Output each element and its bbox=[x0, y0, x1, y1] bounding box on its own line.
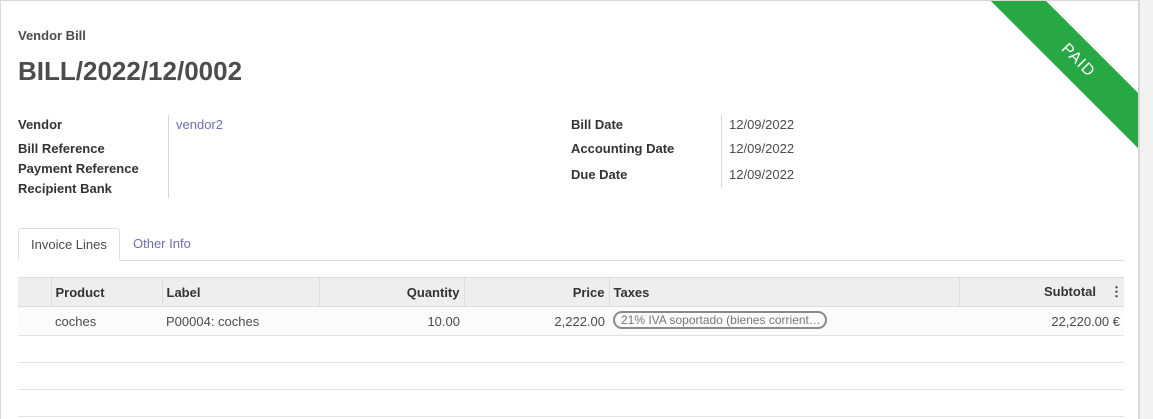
vendor-row: Vendor vendor2 bbox=[18, 115, 548, 139]
due-date-row: Due Date 12/09/2022 bbox=[571, 163, 1101, 189]
notebook-tabs: Invoice Lines Other Info bbox=[18, 228, 1124, 261]
bill-reference-field[interactable] bbox=[168, 139, 178, 159]
document-type: Vendor Bill bbox=[18, 28, 86, 43]
table-row-empty bbox=[18, 389, 1124, 417]
tab-other-info[interactable]: Other Info bbox=[121, 228, 203, 261]
empty-cell bbox=[18, 335, 1124, 363]
product-column-header[interactable]: Product bbox=[50, 277, 162, 307]
payment-reference-label: Payment Reference bbox=[18, 161, 139, 176]
table-row[interactable]: coches P00004: coches 10.00 2,222.00 21%… bbox=[18, 306, 1124, 336]
invoice-lines-table: Product Label Quantity Price Taxes Subto… bbox=[18, 277, 1124, 417]
recipient-bank-row: Recipient Bank bbox=[18, 179, 548, 199]
recipient-bank-label: Recipient Bank bbox=[18, 181, 112, 196]
price-column-header[interactable]: Price bbox=[463, 277, 609, 307]
taxes-column-header[interactable]: Taxes bbox=[608, 277, 959, 307]
page-title: BILL/2022/12/0002 bbox=[18, 56, 243, 86]
bill-date-row: Bill Date 12/09/2022 bbox=[571, 115, 1101, 139]
left-field-group: Vendor vendor2 Bill Reference Payment Re… bbox=[18, 115, 548, 199]
right-field-group: Bill Date 12/09/2022 Accounting Date 12/… bbox=[571, 115, 1101, 189]
accounting-date-field[interactable]: 12/09/2022 bbox=[721, 139, 794, 163]
label-cell[interactable]: P00004: coches bbox=[162, 306, 319, 336]
row-handle bbox=[18, 306, 51, 336]
form-sheet: PAID Vendor Bill BILL/2022/12/0002 Vendo… bbox=[0, 0, 1139, 419]
empty-cell bbox=[18, 362, 1124, 390]
tax-badge: 21% IVA soportado (bienes corrient… bbox=[613, 310, 827, 329]
bill-date-field[interactable]: 12/09/2022 bbox=[721, 115, 794, 139]
table-row-empty bbox=[18, 335, 1124, 363]
bill-reference-label: Bill Reference bbox=[18, 141, 105, 156]
payment-reference-field[interactable] bbox=[168, 159, 178, 179]
vendor-field[interactable]: vendor2 bbox=[168, 115, 223, 139]
accounting-date-row: Accounting Date 12/09/2022 bbox=[571, 139, 1101, 163]
subtotal-header-label: Subtotal bbox=[1044, 284, 1096, 299]
table-row-empty bbox=[18, 362, 1124, 390]
scroll-gutter bbox=[1139, 0, 1153, 419]
label-column-header[interactable]: Label bbox=[161, 277, 319, 307]
table-header: Product Label Quantity Price Taxes Subto… bbox=[18, 277, 1124, 307]
price-cell[interactable]: 2,222.00 bbox=[464, 306, 609, 336]
subtotal-column-header[interactable]: Subtotal ⋮ bbox=[958, 277, 1124, 307]
bill-date-label: Bill Date bbox=[571, 117, 624, 132]
handle-column-header bbox=[18, 277, 51, 307]
payment-reference-row: Payment Reference bbox=[18, 159, 548, 179]
bill-reference-row: Bill Reference bbox=[18, 139, 548, 159]
quantity-column-header[interactable]: Quantity bbox=[318, 277, 464, 307]
subtotal-cell: 22,220.00 € bbox=[959, 306, 1124, 336]
accounting-date-label: Accounting Date bbox=[571, 141, 675, 156]
vendor-label: Vendor bbox=[18, 117, 63, 132]
empty-cell bbox=[18, 389, 1124, 417]
recipient-bank-field[interactable] bbox=[168, 179, 178, 199]
taxes-cell[interactable]: 21% IVA soportado (bienes corrient… bbox=[609, 306, 959, 336]
kebab-icon[interactable]: ⋮ bbox=[1110, 284, 1123, 300]
product-cell[interactable]: coches bbox=[51, 306, 162, 336]
tab-invoice-lines[interactable]: Invoice Lines bbox=[18, 228, 120, 261]
due-date-field[interactable]: 12/09/2022 bbox=[721, 163, 794, 189]
due-date-label: Due Date bbox=[571, 167, 628, 182]
quantity-cell[interactable]: 10.00 bbox=[319, 306, 464, 336]
